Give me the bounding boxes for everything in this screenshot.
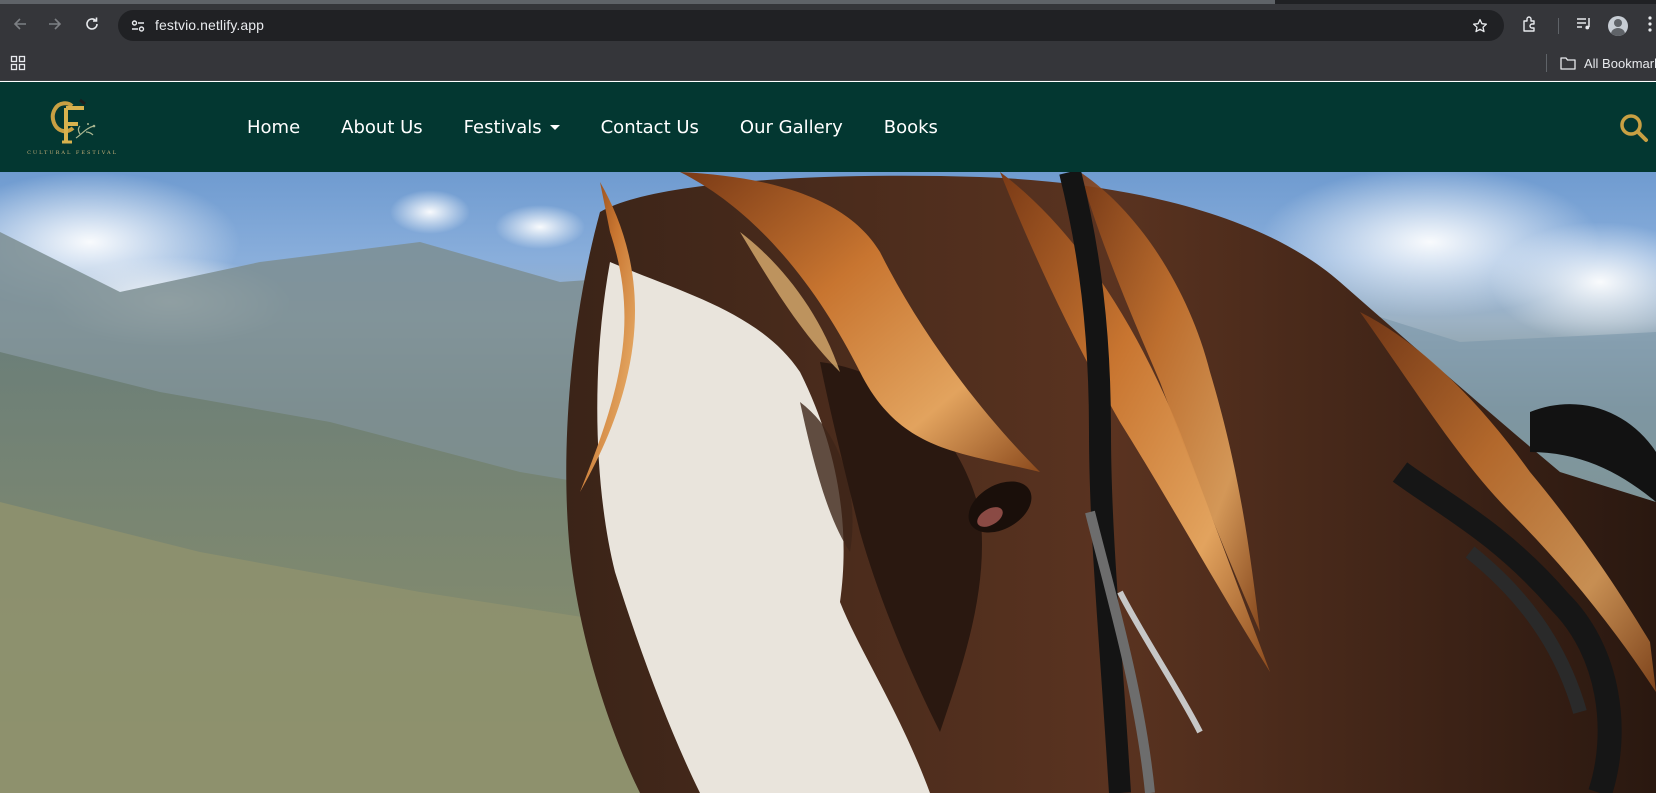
bookmarks-divider <box>1546 54 1547 72</box>
logo-monogram <box>50 98 96 144</box>
profile-avatar[interactable] <box>1608 16 1628 36</box>
forward-icon[interactable] <box>43 12 67 36</box>
site-info-icon[interactable] <box>126 14 150 38</box>
logo-text: CULTURAL FESTIVAL <box>27 150 118 156</box>
main-menu: Home About Us Festivals Contact Us Our G… <box>247 82 979 172</box>
nav-books[interactable]: Books <box>884 117 938 138</box>
hero-horse-illustration <box>0 172 1656 793</box>
all-bookmarks-button[interactable]: All Bookmarks <box>1560 53 1656 73</box>
nav-home[interactable]: Home <box>247 117 300 138</box>
nav-contact-us[interactable]: Contact Us <box>601 117 699 138</box>
search-icon[interactable] <box>1618 112 1650 144</box>
back-icon[interactable] <box>8 12 32 36</box>
caret-down-icon <box>549 124 560 130</box>
menu-icon[interactable] <box>1644 12 1656 36</box>
browser-toolbar: festvio.netlify.app <box>0 4 1656 44</box>
extensions-icon[interactable] <box>1518 12 1542 36</box>
apps-icon[interactable] <box>8 53 28 73</box>
hero-image <box>0 172 1656 793</box>
site-logo[interactable]: CULTURAL FESTIVAL <box>20 94 125 160</box>
toolbar-divider <box>1558 18 1559 34</box>
all-bookmarks-label: All Bookmarks <box>1584 55 1656 71</box>
bookmarks-bar: All Bookmarks <box>0 44 1656 81</box>
folder-icon <box>1560 57 1576 70</box>
nav-festivals-dropdown[interactable]: Festivals <box>464 117 560 138</box>
webpage: CULTURAL FESTIVAL Home About Us Festival… <box>0 82 1656 793</box>
media-icon[interactable] <box>1572 12 1596 36</box>
nav-about-us[interactable]: About Us <box>341 117 423 138</box>
nav-festivals-label: Festivals <box>463 116 542 138</box>
address-bar[interactable]: festvio.netlify.app <box>118 10 1504 41</box>
reload-icon[interactable] <box>80 12 104 36</box>
nav-our-gallery[interactable]: Our Gallery <box>740 117 843 138</box>
url-text[interactable]: festvio.netlify.app <box>155 17 264 33</box>
site-navbar: CULTURAL FESTIVAL Home About Us Festival… <box>0 82 1656 172</box>
star-icon[interactable] <box>1468 14 1492 38</box>
